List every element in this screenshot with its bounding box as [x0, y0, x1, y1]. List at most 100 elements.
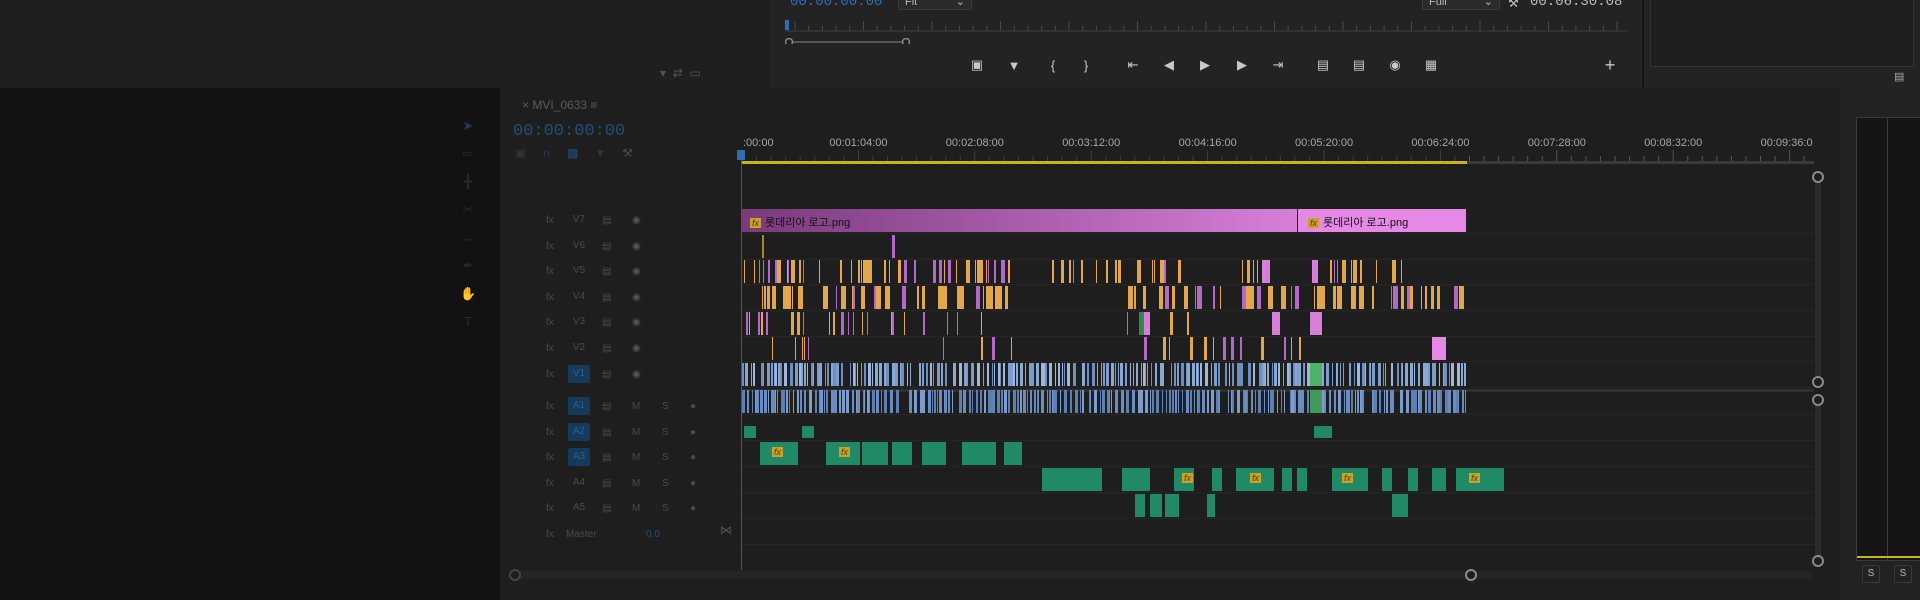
- microphone-icon[interactable]: ●: [690, 478, 696, 489]
- video-clip[interactable]: [1162, 390, 1163, 413]
- resolution-dropdown[interactable]: Full ⌄: [1422, 0, 1500, 10]
- video-clip[interactable]: [836, 286, 837, 309]
- sync-lock-icon[interactable]: fx: [546, 503, 554, 514]
- snap-icon[interactable]: ∩: [542, 146, 567, 160]
- video-clip[interactable]: [1194, 390, 1195, 413]
- video-clip[interactable]: [1370, 363, 1371, 386]
- video-clip[interactable]: [983, 286, 984, 309]
- video-clip[interactable]: [1333, 286, 1336, 309]
- video-clip[interactable]: [799, 260, 801, 283]
- video-clip[interactable]: [1020, 390, 1022, 413]
- sync-lock-icon[interactable]: fx: [546, 478, 554, 489]
- video-clip[interactable]: [800, 390, 802, 413]
- video-clip[interactable]: [1152, 390, 1154, 413]
- video-clip[interactable]: [1145, 390, 1148, 413]
- mark-in-icon[interactable]: ▣: [966, 56, 988, 74]
- video-clip[interactable]: [1195, 286, 1196, 309]
- video-clip[interactable]: [1267, 363, 1269, 386]
- video-clip[interactable]: [1092, 363, 1095, 386]
- video-clip[interactable]: [1294, 390, 1296, 413]
- video-clip[interactable]: [930, 390, 931, 413]
- video-clip[interactable]: [862, 312, 863, 335]
- video-clip[interactable]: [1178, 260, 1181, 283]
- video-clip[interactable]: [789, 390, 790, 413]
- video-clip[interactable]: [917, 286, 919, 309]
- video-clip[interactable]: [821, 390, 823, 413]
- audio-track-scrollbar[interactable]: [1815, 398, 1821, 560]
- video-clip[interactable]: [1115, 390, 1118, 413]
- video-clip[interactable]: [1192, 363, 1195, 386]
- mute-button[interactable]: M: [632, 401, 640, 412]
- video-clip[interactable]: [1205, 363, 1208, 386]
- video-clip[interactable]: [1257, 286, 1261, 309]
- video-clip[interactable]: [752, 390, 753, 413]
- video-clip[interactable]: [802, 337, 803, 360]
- video-clip[interactable]: [1049, 390, 1051, 413]
- video-clip[interactable]: [1281, 390, 1282, 413]
- ripple-edit-tool-icon[interactable]: ╋: [460, 168, 476, 196]
- video-clip[interactable]: [1164, 260, 1166, 283]
- folder-icon[interactable]: ▤: [1894, 70, 1904, 83]
- video-clip[interactable]: [1351, 286, 1356, 309]
- video-clip[interactable]: [786, 286, 791, 309]
- clip[interactable]: [802, 426, 814, 438]
- video-clip[interactable]: [1392, 260, 1396, 283]
- video-clip[interactable]: [1326, 363, 1329, 386]
- video-clip[interactable]: [1386, 390, 1388, 413]
- video-clip[interactable]: [1004, 390, 1007, 413]
- linked-selection-icon[interactable]: ▩: [567, 146, 594, 160]
- video-clip[interactable]: [1013, 363, 1015, 386]
- video-clip[interactable]: [777, 390, 778, 413]
- video-clip[interactable]: [933, 260, 936, 283]
- video-clip[interactable]: [1080, 390, 1081, 413]
- video-clip[interactable]: [1111, 390, 1112, 413]
- video-clip[interactable]: [1330, 260, 1332, 283]
- video-clip[interactable]: [792, 286, 793, 309]
- video-clip[interactable]: [937, 390, 938, 413]
- video-clip[interactable]: [1435, 363, 1436, 386]
- video-clip[interactable]: [1324, 390, 1326, 413]
- video-clip[interactable]: [855, 363, 856, 386]
- audio-clip[interactable]: [1042, 468, 1102, 491]
- video-clip[interactable]: [1354, 363, 1355, 386]
- program-timecode[interactable]: 00:00:00:00: [790, 0, 882, 10]
- toggle-sync-icon[interactable]: ▤: [602, 292, 611, 303]
- audio-clip[interactable]: [962, 442, 996, 465]
- video-clip[interactable]: [790, 363, 793, 386]
- video-clip[interactable]: [1137, 260, 1141, 283]
- video-clip[interactable]: [1353, 260, 1357, 283]
- video-clip[interactable]: [1023, 390, 1026, 413]
- track-lane[interactable]: [742, 493, 1814, 519]
- video-clip[interactable]: [1419, 390, 1422, 413]
- video-clip[interactable]: [1295, 286, 1299, 309]
- video-clip[interactable]: [1414, 390, 1417, 413]
- video-clip[interactable]: [1003, 363, 1005, 386]
- video-clip[interactable]: [969, 390, 971, 413]
- video-clip[interactable]: [1218, 390, 1220, 413]
- video-clip[interactable]: [875, 363, 878, 386]
- video-clip[interactable]: [898, 260, 901, 283]
- audio-clip[interactable]: [1212, 468, 1222, 491]
- video-clip[interactable]: [852, 390, 854, 413]
- video-clip[interactable]: [1461, 363, 1463, 386]
- toggle-sync-icon[interactable]: ▤: [602, 266, 611, 277]
- video-clip[interactable]: [1349, 363, 1351, 386]
- video-clip[interactable]: [1342, 260, 1346, 283]
- video-clip[interactable]: [1016, 363, 1018, 386]
- video-clip[interactable]: [784, 363, 787, 386]
- video-clip[interactable]: [840, 260, 842, 283]
- video-clip[interactable]: [1322, 286, 1325, 309]
- video-clip[interactable]: [948, 390, 950, 413]
- video-clip[interactable]: [1011, 337, 1012, 360]
- video-clip[interactable]: [896, 390, 899, 413]
- video-clip[interactable]: [760, 390, 763, 413]
- video-clip[interactable]: [872, 363, 873, 386]
- video-clip[interactable]: [1035, 390, 1036, 413]
- video-clip[interactable]: [1255, 390, 1256, 413]
- video-clip[interactable]: [834, 390, 837, 413]
- video-clip[interactable]: [1055, 363, 1056, 386]
- video-clip[interactable]: [1036, 363, 1039, 386]
- toggle-sync-icon[interactable]: ▤: [602, 343, 611, 354]
- video-clip[interactable]: [1391, 390, 1394, 413]
- video-clip[interactable]: [1132, 390, 1135, 413]
